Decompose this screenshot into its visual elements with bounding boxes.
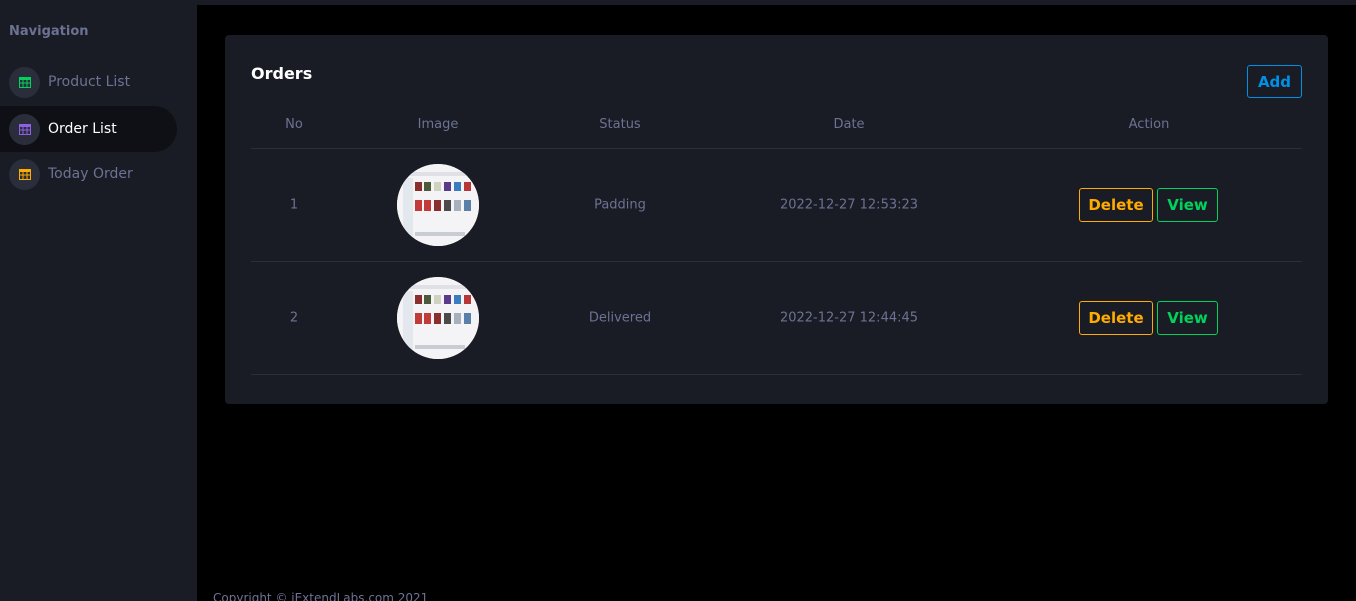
sidebar-item-label: Product List (48, 74, 131, 90)
column-header-action: Action (1128, 117, 1170, 132)
table-header: No Image Status Date Action (251, 112, 1302, 149)
order-image (397, 164, 479, 246)
table-icon (9, 113, 40, 145)
table-row: 2 Delivered 2022-12-27 12:44:45 Delete V… (251, 262, 1302, 375)
sidebar-item-label: Today Order (48, 166, 133, 182)
table-icon (9, 66, 40, 98)
order-number: 2 (289, 310, 299, 326)
column-header-status: Status (599, 117, 641, 132)
order-status: Padding (594, 197, 646, 213)
table-icon (9, 158, 40, 190)
view-button[interactable]: View (1157, 188, 1218, 222)
copyright-footer: Copyright © iExtendLabs.com 2021 (213, 591, 429, 601)
order-number: 1 (289, 197, 299, 213)
card-title: Orders (251, 64, 313, 83)
order-image (397, 277, 479, 359)
sidebar-item-product-list[interactable]: Product List (0, 59, 177, 105)
column-header-date: Date (833, 117, 865, 132)
sidebar: Navigation Product List Order List Today… (0, 0, 197, 601)
nav-heading: Navigation (9, 24, 89, 39)
add-button[interactable]: Add (1247, 65, 1302, 98)
order-date: 2022-12-27 12:44:45 (779, 310, 919, 326)
column-header-image: Image (417, 117, 459, 132)
orders-card: Orders Add No Image Status Date Action 1 (225, 35, 1328, 404)
sidebar-item-label: Order List (48, 121, 117, 137)
sidebar-item-today-order[interactable]: Today Order (0, 151, 177, 197)
order-status: Delivered (588, 310, 652, 326)
column-header-no: No (285, 117, 303, 132)
delete-button[interactable]: Delete (1079, 188, 1153, 222)
delete-button[interactable]: Delete (1079, 301, 1153, 335)
sidebar-item-order-list[interactable]: Order List (0, 106, 177, 152)
table-row: 1 Padding 2022-12-27 12:53:23 Delete Vie… (251, 149, 1302, 262)
top-navbar (197, 0, 1356, 5)
view-button[interactable]: View (1157, 301, 1218, 335)
order-date: 2022-12-27 12:53:23 (779, 197, 919, 213)
